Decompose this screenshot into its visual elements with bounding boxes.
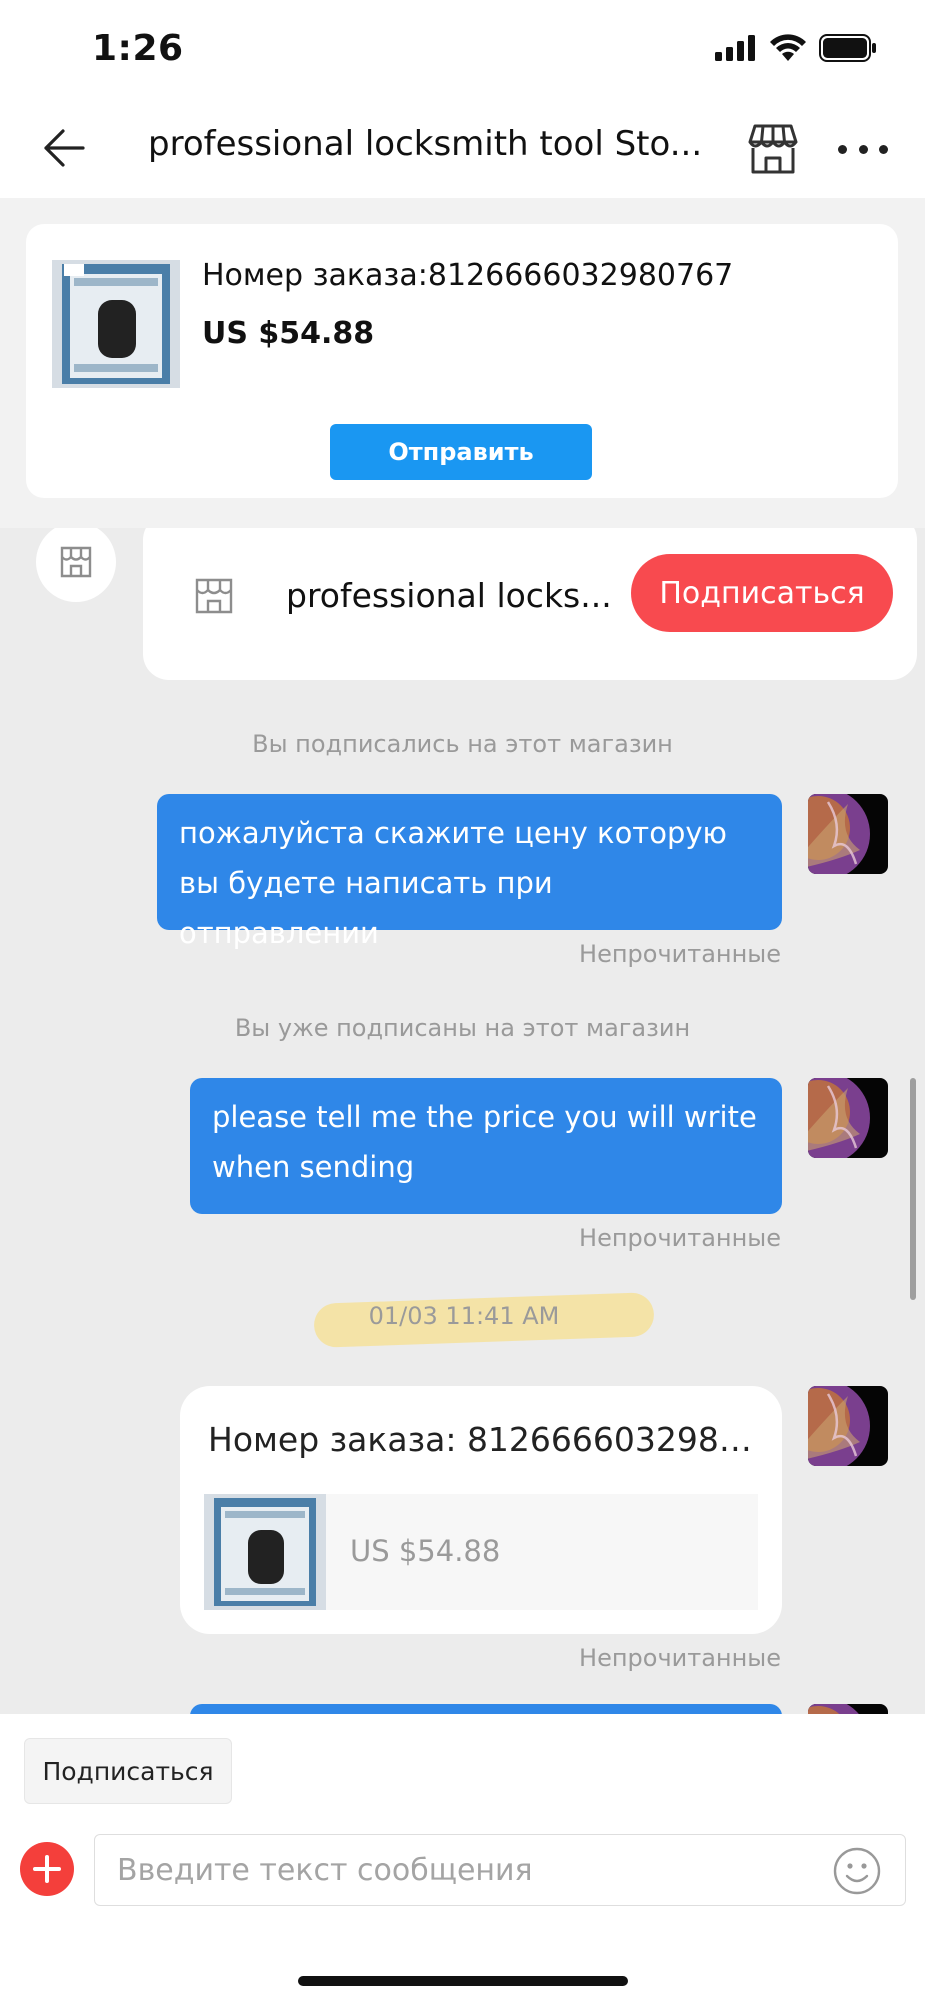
cellular-signal-icon xyxy=(715,35,755,61)
outgoing-message[interactable]: please tell me the price you will write … xyxy=(190,1078,782,1214)
message-status: Непрочитанные xyxy=(579,1644,781,1672)
message-timestamp: 01/03 11:41 AM xyxy=(368,1302,560,1330)
back-button[interactable] xyxy=(36,120,92,176)
outgoing-message[interactable]: пожалуйста скажите цену которую вы будет… xyxy=(157,794,782,950)
order-number: Номер заказа:8126666032980767 xyxy=(202,258,734,293)
user-avatar[interactable] xyxy=(808,1386,888,1466)
outgoing-message-partial[interactable] xyxy=(190,1704,782,1714)
product-thumbnail[interactable] xyxy=(52,260,180,388)
message-status: Непрочитанные xyxy=(579,1224,781,1252)
status-icons xyxy=(715,34,877,62)
quick-reply-subscribe[interactable]: Подписаться xyxy=(24,1738,232,1804)
home-indicator xyxy=(298,1976,628,1986)
wifi-icon xyxy=(770,34,806,61)
smiley-icon xyxy=(833,1847,881,1895)
plus-icon xyxy=(33,1855,61,1883)
store-icon xyxy=(195,578,233,614)
message-input[interactable] xyxy=(94,1834,906,1906)
store-icon xyxy=(60,546,92,578)
order-panel: Номер заказа:8126666032980767 US $54.88 … xyxy=(0,198,925,528)
system-note-already-subscribed: Вы уже подписаны на этот магазин xyxy=(234,1014,691,1042)
order-message-price: US $54.88 xyxy=(350,1534,501,1568)
avatar-image-icon xyxy=(808,1386,888,1466)
product-image-icon xyxy=(52,260,180,388)
timestamp-wrap: 01/03 11:41 AM xyxy=(313,1290,655,1348)
chat-title: professional locksmith tool Sto... xyxy=(148,124,703,164)
avatar-image-icon xyxy=(808,1078,888,1158)
composer-area: Подписаться xyxy=(0,1714,925,2000)
store-icon xyxy=(748,124,798,174)
subscribe-button[interactable]: Подписаться xyxy=(631,554,893,632)
product-image-icon xyxy=(204,1494,326,1610)
product-thumbnail xyxy=(204,1494,326,1610)
more-button[interactable] xyxy=(838,136,888,162)
store-card: professional locks... Подписаться xyxy=(143,528,917,680)
status-bar: 1:26 xyxy=(0,0,925,100)
store-avatar[interactable] xyxy=(36,528,116,602)
arrow-left-icon xyxy=(44,129,85,167)
store-button[interactable] xyxy=(744,120,802,178)
avatar-image-icon xyxy=(808,794,888,874)
order-message-card[interactable]: Номер заказа: 81266660329807... US $54.8… xyxy=(180,1386,782,1634)
system-note-subscribed: Вы подписались на этот магазин xyxy=(252,730,673,758)
nav-bar: professional locksmith tool Sto... xyxy=(0,100,925,198)
user-avatar[interactable] xyxy=(808,794,888,874)
store-name[interactable]: professional locks... xyxy=(286,576,612,615)
avatar-image-icon xyxy=(808,1704,888,1714)
status-time: 1:26 xyxy=(92,28,184,69)
store-card-icon xyxy=(193,576,235,616)
chat-area[interactable]: professional locks... Подписаться Вы под… xyxy=(0,528,925,1714)
battery-icon xyxy=(819,34,876,62)
order-price: US $54.88 xyxy=(202,316,375,351)
chat-scrollbar[interactable] xyxy=(910,1078,916,1300)
user-avatar[interactable] xyxy=(808,1078,888,1158)
order-message-product[interactable]: US $54.88 xyxy=(204,1494,758,1610)
send-order-button[interactable]: Отправить xyxy=(330,424,592,480)
emoji-button[interactable] xyxy=(832,1846,882,1896)
message-status: Непрочитанные xyxy=(579,940,781,968)
add-attachment-button[interactable] xyxy=(20,1842,74,1896)
order-message-number: Номер заказа: 81266660329807... xyxy=(208,1420,754,1459)
more-dots-icon xyxy=(838,144,847,154)
user-avatar[interactable] xyxy=(808,1704,888,1714)
order-card: Номер заказа:8126666032980767 US $54.88 … xyxy=(26,224,898,498)
